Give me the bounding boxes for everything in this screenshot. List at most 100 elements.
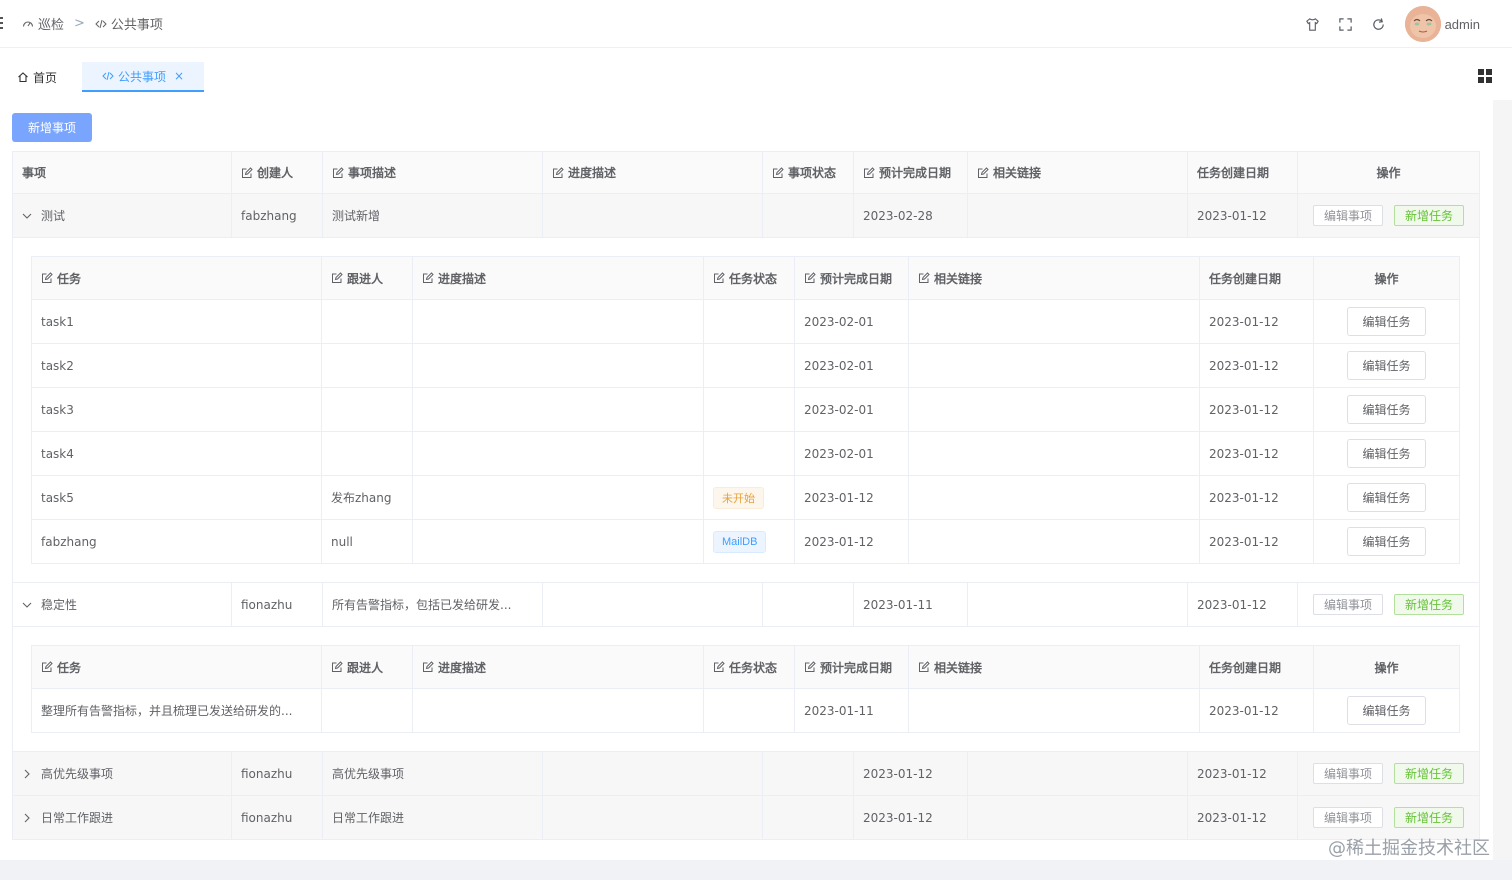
cell-status: [763, 752, 854, 795]
grid-icon[interactable]: [1478, 69, 1492, 83]
cell-created: 2023-01-12: [1200, 388, 1314, 431]
cell-link: [909, 689, 1200, 732]
cell-status: [704, 300, 795, 343]
tag-public-items[interactable]: 公共事项 ×: [82, 62, 204, 92]
cell-text: 2023-01-12: [1197, 208, 1267, 223]
task-row[interactable]: task5 发布zhang 未开始 2023-01-12 2023-01-12 编辑任务: [32, 476, 1459, 520]
tag-label: 首页: [33, 70, 58, 85]
column-header-label: 相关链接: [993, 166, 1042, 180]
cell-text: 发布zhang: [331, 491, 392, 505]
edit-item-button[interactable]: 编辑事项: [1312, 763, 1383, 784]
column-header-label: 事项描述: [348, 166, 397, 180]
cell-text: 2023-01-12: [1197, 597, 1267, 612]
cell-task: task1: [32, 300, 322, 343]
cell-progress: [413, 520, 704, 563]
top-header: 巡检 > 公共事项 admin: [0, 0, 1512, 48]
edit-icon: [42, 272, 53, 283]
table-row[interactable]: 稳定性 fionazhu 所有告警指标，包括已发给研发... 2023-01-11 20…: [13, 583, 1479, 627]
new-task-button[interactable]: 新增任务: [1394, 594, 1465, 615]
column-header: 任务: [32, 646, 322, 688]
task-row[interactable]: task3 2023-02-01 2023-01-12 编辑任务: [32, 388, 1459, 432]
cell-actions: 编辑事项 新增任务: [1298, 796, 1479, 839]
chevron-down-icon[interactable]: [22, 211, 32, 221]
refresh-icon[interactable]: [1370, 15, 1388, 33]
new-task-button[interactable]: 新增任务: [1394, 807, 1465, 828]
edit-task-button[interactable]: 编辑任务: [1347, 483, 1426, 512]
column-header-label: 进度描述: [438, 660, 487, 675]
column-header: 相关链接: [968, 152, 1188, 193]
tag-home[interactable]: 首页: [17, 62, 57, 92]
column-header: 跟进人: [322, 646, 413, 688]
column-header-label: 操作: [1374, 660, 1399, 675]
chevron-down-icon[interactable]: [22, 600, 32, 610]
username[interactable]: admin: [1445, 17, 1480, 32]
cell-text: 2023-02-01: [804, 446, 874, 461]
hamburger-icon[interactable]: [0, 17, 4, 31]
edit-task-button[interactable]: 编辑任务: [1347, 395, 1426, 424]
column-header-label: 事项: [22, 166, 47, 180]
column-header-label: 创建人: [257, 166, 294, 180]
breadcrumb-item[interactable]: 巡检: [22, 14, 64, 33]
cell-text: 测试新增: [332, 209, 381, 223]
column-header: 进度描述: [413, 257, 704, 299]
column-header: 事项: [13, 152, 232, 193]
task-row[interactable]: task2 2023-02-01 2023-01-12 编辑任务: [32, 344, 1459, 388]
task-row[interactable]: 整理所有告警指标，并且梳理已发送给研发的... 2023-01-11 2023-01…: [32, 689, 1459, 733]
edit-icon: [714, 661, 725, 672]
shirt-icon[interactable]: [1304, 15, 1322, 33]
table-row[interactable]: 测试 fabzhang 测试新增 2023-02-28 2023-01-12 编辑事项 新增…: [13, 194, 1479, 238]
cell-created: 2023-01-12: [1200, 432, 1314, 475]
cell-text: 2023-01-12: [863, 810, 933, 825]
dashboard-icon: [22, 20, 34, 27]
column-header-label: 事项状态: [788, 166, 837, 180]
column-header-label: 任务创建日期: [1209, 271, 1282, 286]
cell-task: task2: [32, 344, 322, 387]
scrollbar[interactable]: [1493, 100, 1512, 860]
fullscreen-icon[interactable]: [1337, 15, 1355, 33]
cell-name: 稳定性: [13, 583, 232, 626]
edit-task-button[interactable]: 编辑任务: [1347, 439, 1426, 468]
edit-icon: [42, 661, 53, 672]
edit-task-button[interactable]: 编辑任务: [1347, 527, 1426, 556]
cell-text: 2023-02-01: [804, 402, 874, 417]
cell-due: 2023-02-01: [795, 300, 909, 343]
cell-actions: 编辑任务: [1314, 388, 1459, 431]
code-icon: [102, 71, 114, 81]
column-header-label: 任务创建日期: [1209, 660, 1282, 675]
edit-item-button[interactable]: 编辑事项: [1312, 807, 1383, 828]
task-row[interactable]: task4 2023-02-01 2023-01-12 编辑任务: [32, 432, 1459, 476]
edit-task-button[interactable]: 编辑任务: [1347, 307, 1426, 336]
table-row[interactable]: 高优先级事项 fionazhu 高优先级事项 2023-01-12 2023-01-12…: [13, 752, 1479, 796]
edit-task-button[interactable]: 编辑任务: [1347, 696, 1426, 725]
column-header: 事项状态: [763, 152, 854, 193]
column-header-label: 相关链接: [934, 660, 983, 675]
cell-actions: 编辑任务: [1314, 300, 1459, 343]
column-header: 进度描述: [543, 152, 763, 193]
new-task-button[interactable]: 新增任务: [1394, 763, 1465, 784]
column-header-label: 进度描述: [438, 271, 487, 286]
cell-text: fionazhu: [241, 766, 293, 781]
new-task-button[interactable]: 新增任务: [1394, 205, 1465, 226]
table-row[interactable]: 日常工作跟进 fionazhu 日常工作跟进 2023-01-12 2023-01-12…: [13, 796, 1479, 840]
edit-task-button[interactable]: 编辑任务: [1347, 351, 1426, 380]
cell-text: 2023-01-12: [1197, 810, 1267, 825]
cell-actions: 编辑任务: [1314, 432, 1459, 475]
add-item-button[interactable]: 新增事项: [12, 113, 92, 142]
cell-progress: [543, 796, 763, 839]
task-row[interactable]: fabzhang null MailDB 2023-01-12 2023-01-12 编辑…: [32, 520, 1459, 564]
cell-text: 2023-02-01: [804, 358, 874, 373]
cell-link: [968, 796, 1188, 839]
task-row[interactable]: task1 2023-02-01 2023-01-12 编辑任务: [32, 300, 1459, 344]
chevron-right-icon[interactable]: [22, 769, 32, 779]
chevron-right-icon[interactable]: [22, 813, 32, 823]
cell-actions: 编辑任务: [1314, 689, 1459, 732]
edit-icon: [919, 661, 930, 672]
avatar[interactable]: [1404, 6, 1441, 42]
cell-text: fabzhang: [241, 208, 297, 223]
edit-item-button[interactable]: 编辑事项: [1312, 205, 1383, 226]
edit-icon: [333, 166, 344, 178]
column-header-label: 操作: [1374, 271, 1399, 286]
column-header: 创建人: [232, 152, 323, 193]
edit-item-button[interactable]: 编辑事项: [1312, 594, 1383, 615]
close-icon[interactable]: ×: [174, 69, 184, 83]
